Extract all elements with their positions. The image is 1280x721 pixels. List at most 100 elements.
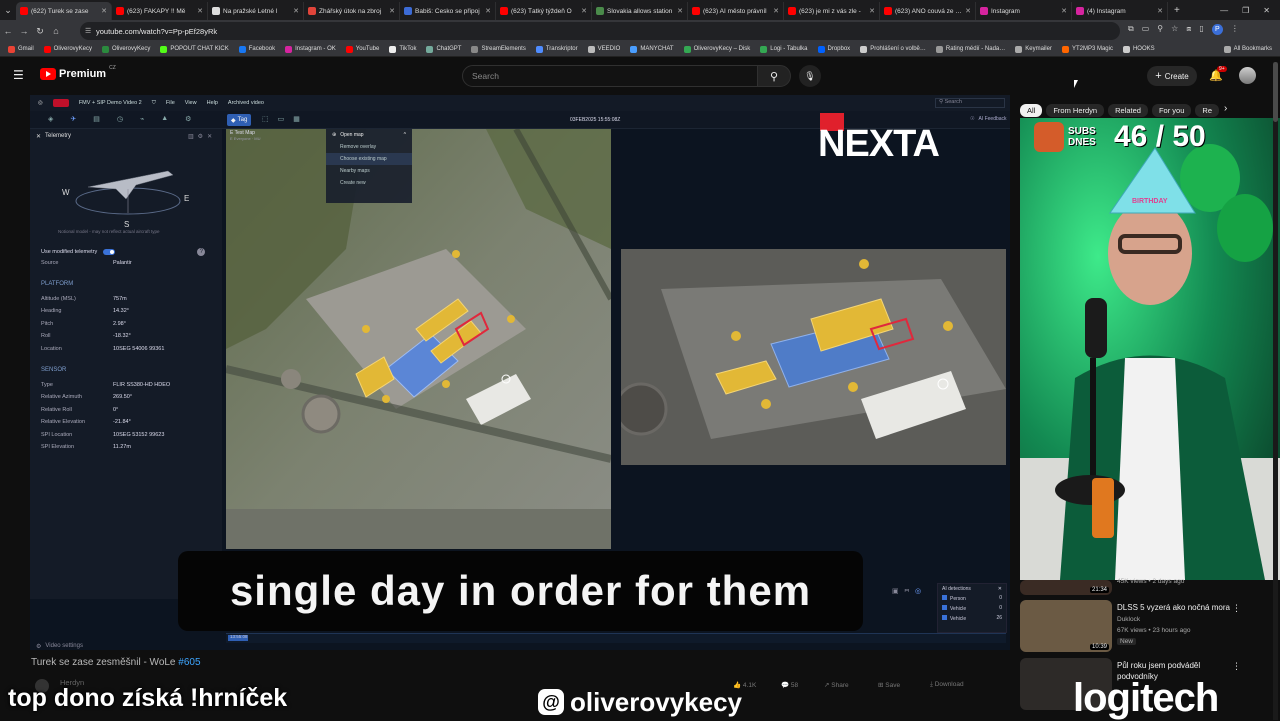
maximize-icon[interactable]: ❐: [1242, 6, 1249, 15]
bookmark-item[interactable]: YouTube: [345, 45, 379, 53]
translate-icon[interactable]: ⧉: [1128, 24, 1134, 35]
search-button[interactable]: ⚲: [757, 65, 791, 87]
home-icon[interactable]: ⌂: [48, 26, 64, 36]
target-icon[interactable]: ◎: [915, 587, 921, 595]
ai-detection-row[interactable]: Vehicle 0: [942, 605, 1002, 612]
sidepanel-icon[interactable]: ▯: [1199, 24, 1203, 35]
bookmark-item[interactable]: HOOKS: [1122, 45, 1155, 53]
video-player[interactable]: ◎ FMV + SIP Demo Video 2 ⛉ File View Hel…: [30, 95, 1010, 650]
ai-detection-row[interactable]: Vehicle 26: [942, 615, 1002, 622]
zoom-icon[interactable]: ⚲: [1157, 24, 1163, 35]
tab-search-icon[interactable]: ⌄: [0, 5, 16, 16]
tab-close-icon[interactable]: ✕: [965, 7, 971, 15]
more-options-icon[interactable]: ⋮: [1232, 603, 1241, 614]
browser-tab[interactable]: (4) Instagram ✕: [1072, 2, 1168, 20]
tab-close-icon[interactable]: ✕: [293, 7, 299, 15]
browser-tab[interactable]: Slovakia allows station ✕: [592, 2, 688, 20]
new-tab-button[interactable]: +: [1174, 5, 1180, 16]
browser-tab[interactable]: (623) ANO couvá ze zá ✕: [880, 2, 976, 20]
back-icon[interactable]: ←: [0, 26, 16, 36]
bookmark-item[interactable]: POPOUT CHAT KICK: [160, 45, 229, 53]
create-button[interactable]: + Create: [1147, 66, 1197, 86]
tab-close-icon[interactable]: ✕: [197, 7, 203, 15]
map-menu-item[interactable]: Nearby maps: [326, 165, 412, 177]
browser-tab[interactable]: (623) AI město právníl ✕: [688, 2, 784, 20]
browser-tab[interactable]: Na pražské Letné l ✕: [208, 2, 304, 20]
bookmark-item[interactable]: TikTok: [389, 45, 416, 53]
menu-archived-video[interactable]: Archived video: [228, 100, 264, 106]
bookmark-item[interactable]: Transkriptor: [535, 45, 578, 53]
tab-close-icon[interactable]: ✕: [1157, 7, 1163, 15]
use-modified-telemetry-toggle[interactable]: [103, 249, 116, 255]
bookmark-item[interactable]: Keymailer: [1015, 45, 1052, 53]
browser-tab[interactable]: (622) Turek se zase ✕: [16, 2, 112, 20]
grid-icon[interactable]: ▦: [293, 115, 300, 123]
clock-icon[interactable]: ◷: [117, 115, 123, 123]
browser-tab[interactable]: Instagram ✕: [976, 2, 1072, 20]
browser-tab[interactable]: (623) FAKAPY !! Mě ✕: [112, 2, 208, 20]
alert-icon[interactable]: ▲: [161, 115, 168, 123]
bookmark-item[interactable]: YT2MP3 Magic: [1061, 45, 1113, 53]
bookmark-item[interactable]: ChatGPT: [426, 45, 461, 53]
menu-view[interactable]: View: [185, 100, 197, 106]
recommendation-thumbnail[interactable]: 21:34: [1020, 580, 1112, 595]
bookmark-item[interactable]: Prohlášení o volbě…: [860, 45, 926, 53]
bookmark-item[interactable]: Facebook: [238, 45, 275, 53]
tab-close-icon[interactable]: ✕: [869, 7, 875, 15]
tag-button[interactable]: ◆ Tag: [227, 114, 252, 126]
tab-close-icon[interactable]: ✕: [581, 7, 587, 15]
close-telemetry-icon[interactable]: ✕: [36, 133, 41, 140]
route-icon[interactable]: ⌁: [140, 115, 144, 123]
bookmark-item[interactable]: Dropbox: [817, 45, 850, 53]
app-search[interactable]: ⚲ Search: [935, 98, 1005, 108]
share-button[interactable]: ↗ Share: [824, 681, 849, 689]
ai-detection-row[interactable]: Person 0: [942, 595, 1002, 602]
bookmark-item[interactable]: Rating médií - Nada…: [935, 45, 1005, 53]
open-map-menu[interactable]: ⊕ Open map ^ Remove overlay Choose existing…: [326, 129, 412, 203]
bookmark-item[interactable]: All Bookmarks: [1223, 45, 1280, 53]
browser-tab[interactable]: Babiš: Česko se připoj ✕: [400, 2, 496, 20]
monitor-icon[interactable]: ▭: [278, 115, 285, 123]
bookmark-item[interactable]: StreamElements: [471, 45, 526, 53]
timeline-bar[interactable]: 13:55:08: [226, 633, 1006, 643]
tab-close-icon[interactable]: ✕: [389, 7, 395, 15]
pin-icon[interactable]: ◈: [48, 115, 53, 123]
chips-next-icon[interactable]: ›: [1224, 103, 1227, 114]
window-controls[interactable]: — ❐ ✕: [1220, 6, 1280, 15]
sliders-icon[interactable]: ⧦: [905, 587, 909, 595]
forward-icon[interactable]: →: [16, 26, 32, 36]
page-scrollbar[interactable]: [1273, 62, 1278, 720]
tab-close-icon[interactable]: ✕: [485, 7, 491, 15]
bookmark-item[interactable]: MANYCHAT: [630, 45, 674, 53]
bookmark-item[interactable]: VEEDIO: [587, 45, 620, 53]
bookmark-star-icon[interactable]: ☆: [1171, 24, 1178, 35]
menu-help[interactable]: Help: [207, 100, 218, 106]
address-bar[interactable]: ☰ youtube.com/watch?v=Pp-pEf28yRk: [80, 22, 1120, 40]
comments-button[interactable]: 💬 58: [781, 681, 798, 689]
secondary-video-feed[interactable]: [621, 249, 1006, 465]
crop-icon[interactable]: ⬚: [262, 115, 269, 123]
bookmark-item[interactable]: Instagram - OK: [285, 45, 336, 53]
video-hashtag[interactable]: #605: [178, 657, 200, 668]
browser-tab[interactable]: (623) je mi z vás zle - ✕: [784, 2, 880, 20]
panel-gear-icon[interactable]: ⚙: [198, 133, 203, 140]
map-menu-item[interactable]: Remove overlay: [326, 141, 412, 153]
download-button[interactable]: ⤓ Download: [930, 681, 964, 689]
notifications-button[interactable]: 🔔 9+: [1209, 66, 1227, 82]
reload-icon[interactable]: ↻: [32, 26, 48, 37]
layers-icon[interactable]: ▤: [93, 115, 100, 123]
chip[interactable]: All: [1020, 103, 1043, 117]
tab-close-icon[interactable]: ✕: [101, 7, 107, 15]
profile-avatar[interactable]: P: [1211, 24, 1223, 35]
ai-detections-close-icon[interactable]: ✕: [998, 586, 1002, 592]
map-menu-item[interactable]: Choose existing map: [326, 153, 412, 165]
map-menu-item[interactable]: Create new: [326, 177, 412, 189]
hamburger-menu-icon[interactable]: ☰: [13, 68, 24, 82]
site-info-icon[interactable]: ☰: [85, 27, 91, 35]
save-button[interactable]: ⊞ Save: [878, 681, 900, 689]
browser-menu-icon[interactable]: ⋮: [1231, 24, 1239, 35]
tab-close-icon[interactable]: ✕: [1061, 7, 1067, 15]
chip[interactable]: Related: [1108, 103, 1148, 117]
search-input[interactable]: Search: [462, 65, 758, 87]
chip[interactable]: From Herdyn: [1046, 103, 1105, 117]
